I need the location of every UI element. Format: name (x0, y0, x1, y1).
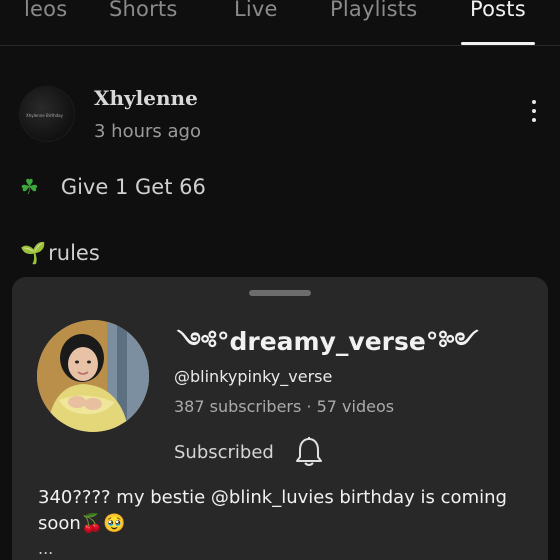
bell-icon[interactable] (294, 436, 324, 468)
post-line-text: rules (48, 241, 100, 265)
channel-avatar[interactable] (37, 320, 149, 432)
sheet-drag-handle[interactable] (249, 290, 311, 296)
post-line-text: Give 1 Get 66 (60, 175, 206, 199)
subscribed-button[interactable]: Subscribed (174, 442, 274, 463)
tab-shorts[interactable]: Shorts (109, 0, 178, 21)
channel-preview-sheet: ༺°dreamy_verse°༻ @blinkypinky_verse 387 … (12, 277, 548, 560)
tab-videos[interactable]: leos (24, 0, 67, 21)
channel-tab-bar: leos Shorts Live Playlists Posts (0, 0, 560, 46)
avatar-caption: Xhylenne Birthday (26, 113, 63, 118)
tab-posts[interactable]: Posts (470, 0, 526, 21)
clover-icon: ☘ (20, 175, 39, 199)
sprout-icon: 🌱 (20, 241, 47, 265)
channel-stats: 387 subscribers · 57 videos (174, 397, 395, 416)
tab-live[interactable]: Live (234, 0, 278, 21)
post-author-name[interactable]: Xhylenne (94, 86, 198, 110)
post-timestamp: 3 hours ago (94, 121, 201, 142)
channel-handle[interactable]: @blinkypinky_verse (174, 367, 332, 386)
read-more-ellipsis[interactable]: ... (38, 539, 53, 558)
channel-avatar-image (37, 320, 149, 432)
sheet-post-text: 340???? my bestie @blink_luvies birthday… (38, 487, 507, 534)
post-line: 🌱rules (20, 241, 100, 266)
active-tab-indicator (461, 42, 535, 45)
tab-playlists[interactable]: Playlists (330, 0, 417, 21)
more-options-icon[interactable] (526, 100, 542, 130)
post-author-avatar[interactable]: Xhylenne Birthday (19, 86, 75, 142)
post-line: ☘ Give 1 Get 66 (20, 175, 206, 199)
